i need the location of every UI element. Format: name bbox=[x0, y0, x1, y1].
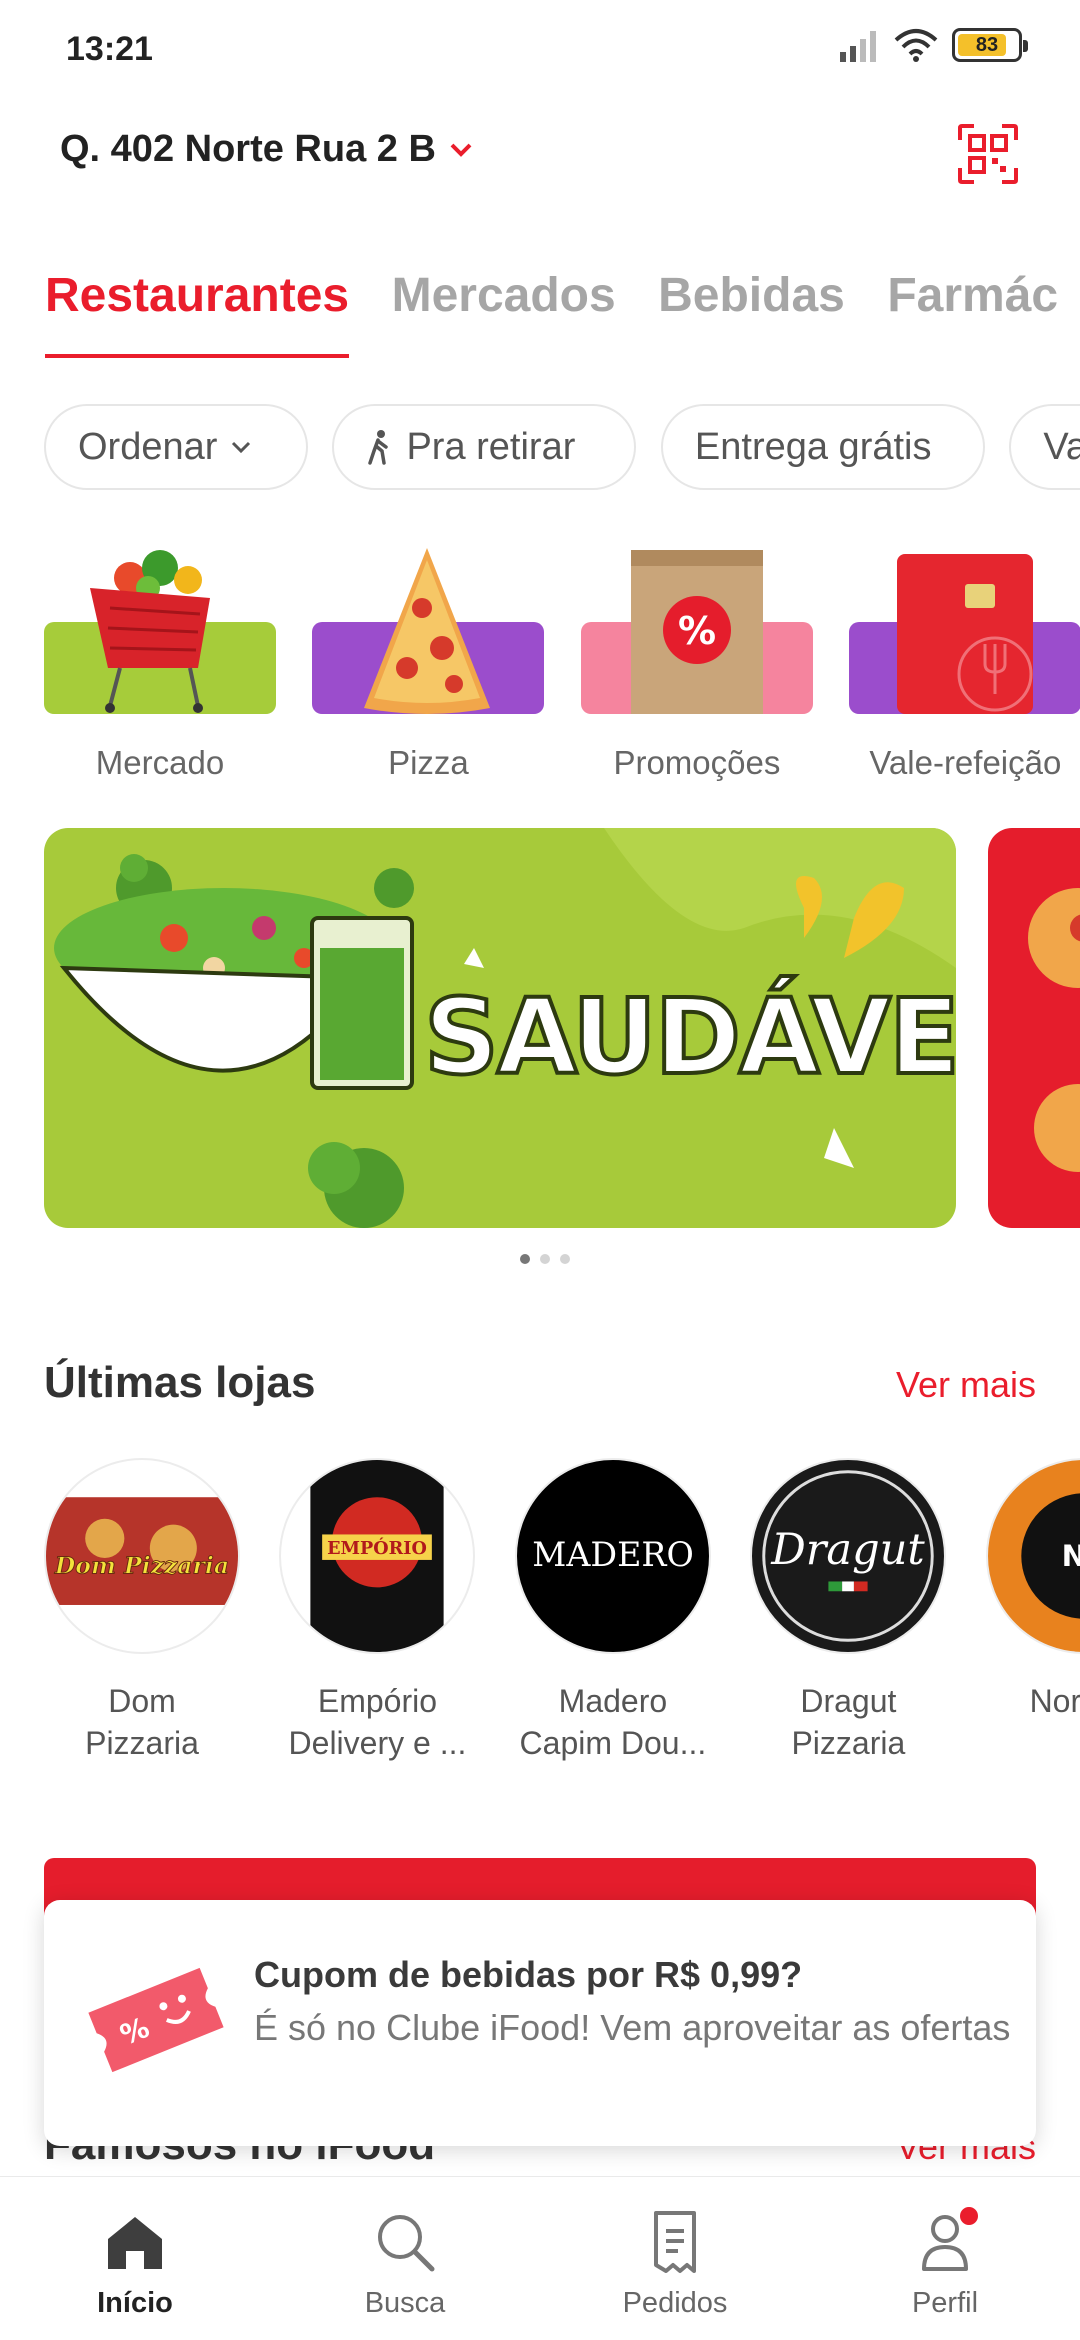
filter-pra-retirar-label: Pra retirar bbox=[406, 425, 576, 468]
chevron-down-icon bbox=[450, 143, 472, 157]
store-item[interactable]: EMPÓRIO Empório Delivery e ... bbox=[279, 1458, 476, 1764]
carousel-indicator bbox=[0, 1254, 1080, 1264]
nav-busca[interactable]: Busca bbox=[270, 2177, 540, 2340]
coupon-title: Cupom de bebidas por R$ 0,99? bbox=[254, 1954, 803, 1995]
tab-bebidas[interactable]: Bebidas bbox=[658, 262, 845, 362]
category-mercado[interactable]: Mercado bbox=[44, 538, 276, 782]
filter-entrega-gratis-label: Entrega grátis bbox=[694, 425, 932, 468]
filter-vale[interactable]: Va bbox=[1009, 404, 1080, 490]
store-name: Dragut Pizzaria bbox=[791, 1683, 906, 1761]
status-icons: 83 bbox=[838, 28, 1028, 62]
category-pizza-label: Pizza bbox=[388, 744, 469, 781]
store-name: Empório Delivery e ... bbox=[288, 1683, 467, 1761]
battery-percent: 83 bbox=[975, 33, 999, 56]
meal-card-icon bbox=[849, 538, 1080, 714]
store-item[interactable]: Dragut Dragut Pizzaria bbox=[750, 1458, 947, 1764]
nav-pedidos[interactable]: Pedidos bbox=[540, 2177, 810, 2340]
filter-ordenar-label: Ordenar bbox=[78, 425, 218, 468]
search-icon bbox=[378, 2215, 435, 2272]
nav-pedidos-label: Pedidos bbox=[622, 2287, 728, 2319]
chevron-down-icon bbox=[232, 441, 251, 454]
banner-saudaveis[interactable]: SAUDÁVEIS bbox=[44, 828, 956, 1228]
status-bar: 13:21 83 bbox=[0, 0, 1080, 100]
banner-title: SAUDÁVEIS bbox=[422, 974, 956, 1100]
coupon-card[interactable]: % Cupom de bebidas por R$ 0,99? É só no … bbox=[44, 1900, 1036, 2146]
ticket-icon: % bbox=[88, 1967, 224, 2073]
nav-inicio-label: Início bbox=[97, 2287, 173, 2319]
svg-text:%: % bbox=[678, 609, 716, 653]
receipt-icon bbox=[654, 2211, 696, 2273]
nav-inicio[interactable]: Início bbox=[0, 2177, 270, 2340]
filter-entrega-gratis[interactable]: Entrega grátis bbox=[660, 404, 985, 490]
store-logo: Dragut bbox=[750, 1458, 947, 1654]
store-logo-text: Dom Pizzaria bbox=[54, 1552, 229, 1580]
carousel-dot bbox=[560, 1254, 570, 1264]
coupon-description: É só no Clube iFood! Vem aproveitar as o… bbox=[254, 2007, 1011, 2048]
filter-ordenar[interactable]: Ordenar bbox=[44, 404, 308, 490]
home-icon bbox=[108, 2217, 162, 2269]
pizza-icon bbox=[312, 538, 545, 714]
recent-stores-see-more[interactable]: Ver mais bbox=[896, 1364, 1036, 1406]
store-item[interactable]: MADERO Madero Capim Dou... bbox=[514, 1458, 711, 1764]
address-selector[interactable]: Q. 402 Norte Rua 2 B bbox=[60, 128, 472, 171]
category-promocoes-label: Promoções bbox=[613, 744, 781, 781]
store-name: Dom Pizzaria bbox=[85, 1683, 199, 1761]
status-time: 13:21 bbox=[66, 30, 153, 68]
notification-dot bbox=[956, 2203, 982, 2229]
bottom-navigation: Início Busca Pedidos Perfil bbox=[0, 2176, 1080, 2340]
category-pizza[interactable]: Pizza bbox=[312, 538, 545, 782]
tab-mercados[interactable]: Mercados bbox=[392, 262, 616, 362]
filter-vale-label: Va bbox=[1043, 425, 1080, 468]
store-logo-text: EMPÓRIO bbox=[328, 1536, 428, 1559]
battery-icon: 83 bbox=[952, 28, 1028, 62]
shopping-cart-icon bbox=[44, 538, 276, 714]
signal-icon bbox=[840, 31, 876, 62]
filter-chips: Ordenar Pra retirar Entrega grátis Va bbox=[44, 404, 1080, 492]
store-logo: Dom Pizzaria bbox=[44, 1458, 240, 1654]
nav-perfil-label: Perfil bbox=[911, 2287, 979, 2319]
category-tabs: Restaurantes Mercados Bebidas Farmác bbox=[45, 262, 1080, 362]
store-item[interactable]: Dom Pizzaria Dom Pizzaria bbox=[44, 1458, 240, 1764]
nav-perfil[interactable]: Perfil bbox=[810, 2177, 1080, 2340]
tab-farmacia[interactable]: Farmác bbox=[887, 262, 1058, 362]
qr-scan-icon[interactable] bbox=[956, 122, 1020, 186]
nav-busca-label: Busca bbox=[364, 2287, 446, 2319]
recent-stores-list: Dom Pizzaria Dom Pizzaria EMPÓRIO Empório… bbox=[44, 1458, 1080, 1778]
category-shortcuts: Mercado Pizza % Promoções Vale-refeição bbox=[44, 538, 1080, 788]
store-logo: EMPÓRIO bbox=[279, 1458, 476, 1654]
promo-bag-icon: % bbox=[580, 538, 813, 714]
filter-pra-retirar[interactable]: Pra retirar bbox=[332, 404, 637, 490]
category-vale-refeicao-label: Vale-refeição bbox=[869, 744, 1062, 781]
profile-icon bbox=[912, 2203, 982, 2275]
category-vale-refeicao[interactable]: Vale-refeição bbox=[849, 538, 1080, 782]
category-mercado-label: Mercado bbox=[95, 744, 225, 781]
store-logo-text: NOR bbox=[1061, 1539, 1080, 1573]
pizza-banner-illustration bbox=[1028, 888, 1080, 1172]
walking-icon bbox=[368, 430, 389, 465]
carousel-dot bbox=[520, 1254, 530, 1264]
wifi-icon bbox=[894, 29, 938, 62]
tab-restaurantes[interactable]: Restaurantes bbox=[45, 262, 350, 362]
carousel-dot bbox=[540, 1254, 550, 1264]
recent-stores-title: Últimas lojas bbox=[44, 1358, 316, 1407]
store-logo: NOR bbox=[985, 1458, 1080, 1654]
store-name: North P bbox=[1029, 1683, 1080, 1719]
store-logo-text: Dragut bbox=[771, 1525, 926, 1575]
store-item[interactable]: NOR North P bbox=[985, 1458, 1080, 1722]
store-logo: MADERO bbox=[514, 1458, 711, 1654]
banner-next[interactable] bbox=[988, 828, 1080, 1228]
store-name: Madero Capim Dou... bbox=[519, 1683, 707, 1761]
store-logo-text: MADERO bbox=[532, 1535, 694, 1574]
address-text: Q. 402 Norte Rua 2 B bbox=[60, 128, 436, 170]
category-promocoes[interactable]: % Promoções bbox=[580, 538, 813, 782]
